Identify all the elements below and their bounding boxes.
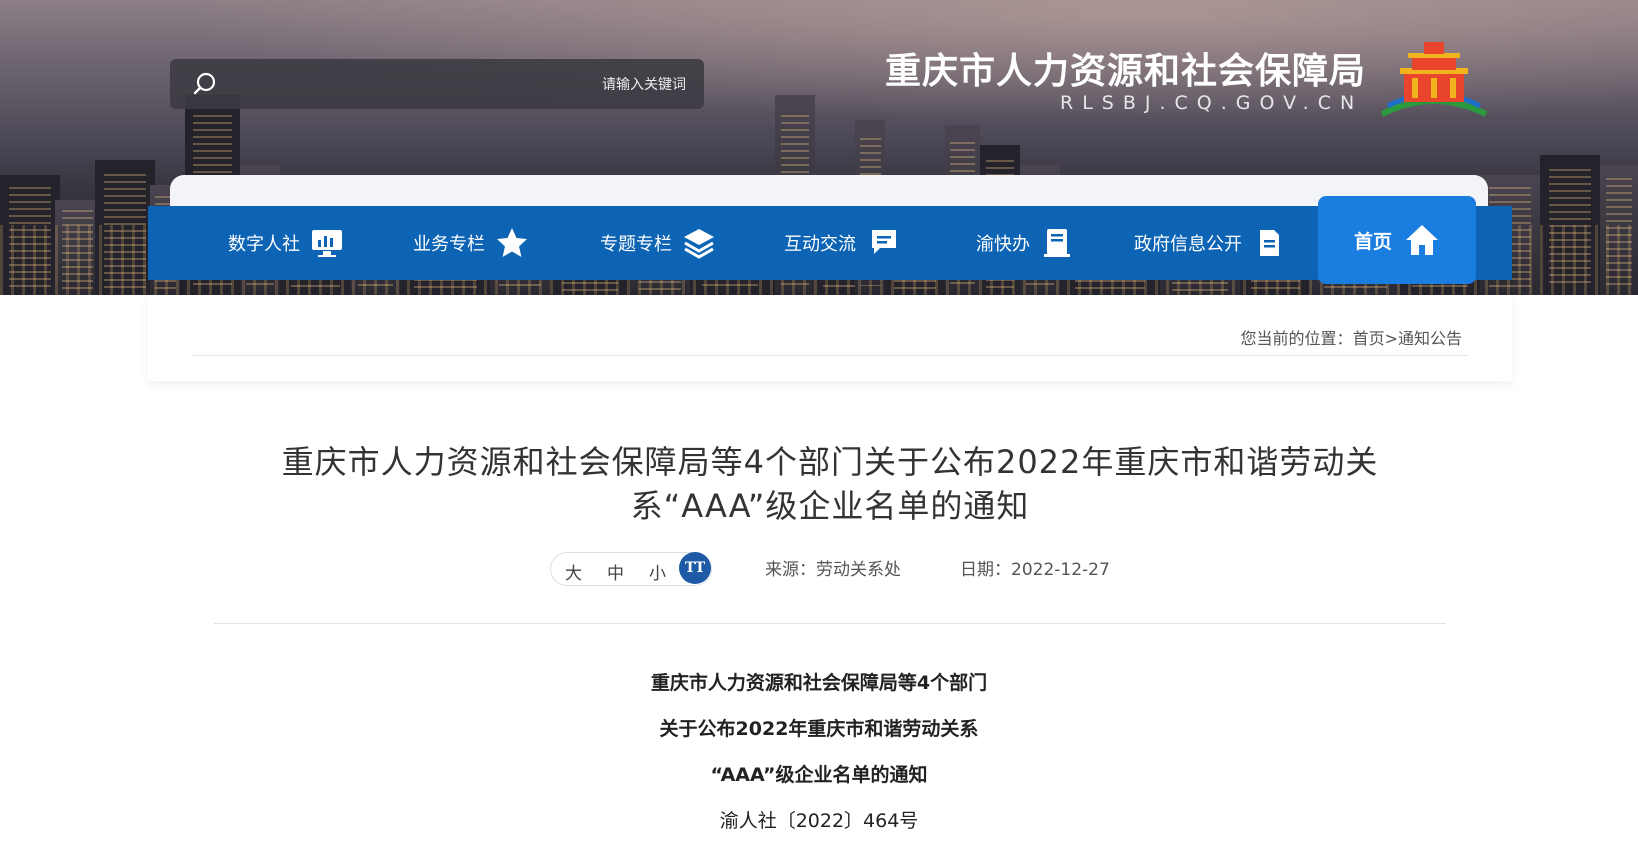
nav-item-interaction[interactable]: 互动交流 — [784, 206, 900, 280]
font-size-large[interactable]: 大 — [565, 559, 582, 584]
breadcrumb-card: 您当前的位置：首页>通知公告 — [148, 295, 1512, 381]
main-nav: 数字人社 业务专栏 专题专栏 互动交流 渝快办 政府信息公开 — [148, 206, 1512, 280]
nav-item-gov-info[interactable]: 政府信息公开 — [1134, 206, 1286, 280]
breadcrumb-home-link[interactable]: 首页 — [1353, 329, 1385, 348]
breadcrumb-current-link[interactable]: 通知公告 — [1398, 329, 1462, 348]
site-title: 重庆市人力资源和社会保障局 — [884, 51, 1366, 92]
article-divider — [214, 623, 1446, 624]
search-icon[interactable] — [192, 71, 218, 97]
nav-label-yukuaiban: 渝快办 — [976, 234, 1030, 255]
nav-label-gov-info: 政府信息公开 — [1134, 234, 1242, 255]
search-input[interactable] — [240, 69, 688, 101]
body-heading-line-1: 重庆市人力资源和社会保障局等4个部门 — [650, 672, 988, 694]
nav-label-home: 首页 — [1353, 230, 1392, 253]
nav-item-special[interactable]: 专题专栏 — [600, 206, 716, 280]
font-size-icon: TT — [679, 552, 711, 584]
nav-item-business[interactable]: 业务专栏 — [413, 206, 529, 280]
nav-item-home[interactable]: 首页 — [1318, 196, 1476, 284]
layers-icon — [684, 229, 714, 259]
site-domain: RLSBJ.CQ.GOV.CN — [1060, 92, 1364, 114]
font-size-switcher: 大 中 小 TT — [550, 552, 712, 586]
font-size-small[interactable]: 小 — [649, 559, 666, 584]
nav-top-strip — [170, 175, 1488, 207]
body-heading-line-3: “AAA”级企业名单的通知 — [710, 764, 928, 786]
home-icon — [1406, 225, 1438, 255]
chat-icon — [872, 230, 896, 254]
monitor-icon — [312, 230, 342, 257]
breadcrumb-divider — [192, 355, 1468, 356]
article-source: 来源：劳动关系处 — [765, 560, 901, 580]
breadcrumb-prefix: 您当前的位置： — [1240, 329, 1353, 348]
breadcrumb: 您当前的位置：首页>通知公告 — [1241, 325, 1462, 349]
nav-label-special: 专题专栏 — [600, 234, 672, 255]
article-date: 日期：2022-12-27 — [960, 560, 1110, 580]
nav-label-business: 业务专栏 — [413, 234, 485, 255]
article-title: 重庆市人力资源和社会保障局等4个部门关于公布2022年重庆市和谐劳动关系“AAA… — [281, 443, 1379, 525]
clipboard-icon — [1044, 229, 1070, 257]
search-box[interactable] — [170, 59, 704, 109]
nav-item-yukuaiban[interactable]: 渝快办 — [976, 206, 1074, 280]
document-number: 渝人社〔2022〕464号 — [719, 810, 919, 832]
emblem-logo-icon — [1380, 42, 1488, 117]
font-size-medium[interactable]: 中 — [607, 559, 624, 584]
document-icon — [1260, 230, 1279, 256]
nav-label-digital-hr: 数字人社 — [228, 234, 300, 255]
star-icon — [497, 228, 527, 257]
breadcrumb-separator: > — [1384, 329, 1398, 348]
nav-label-interaction: 互动交流 — [784, 234, 856, 255]
nav-item-digital-hr[interactable]: 数字人社 — [228, 206, 344, 280]
body-heading-line-2: 关于公布2022年重庆市和谐劳动关系 — [659, 718, 979, 740]
